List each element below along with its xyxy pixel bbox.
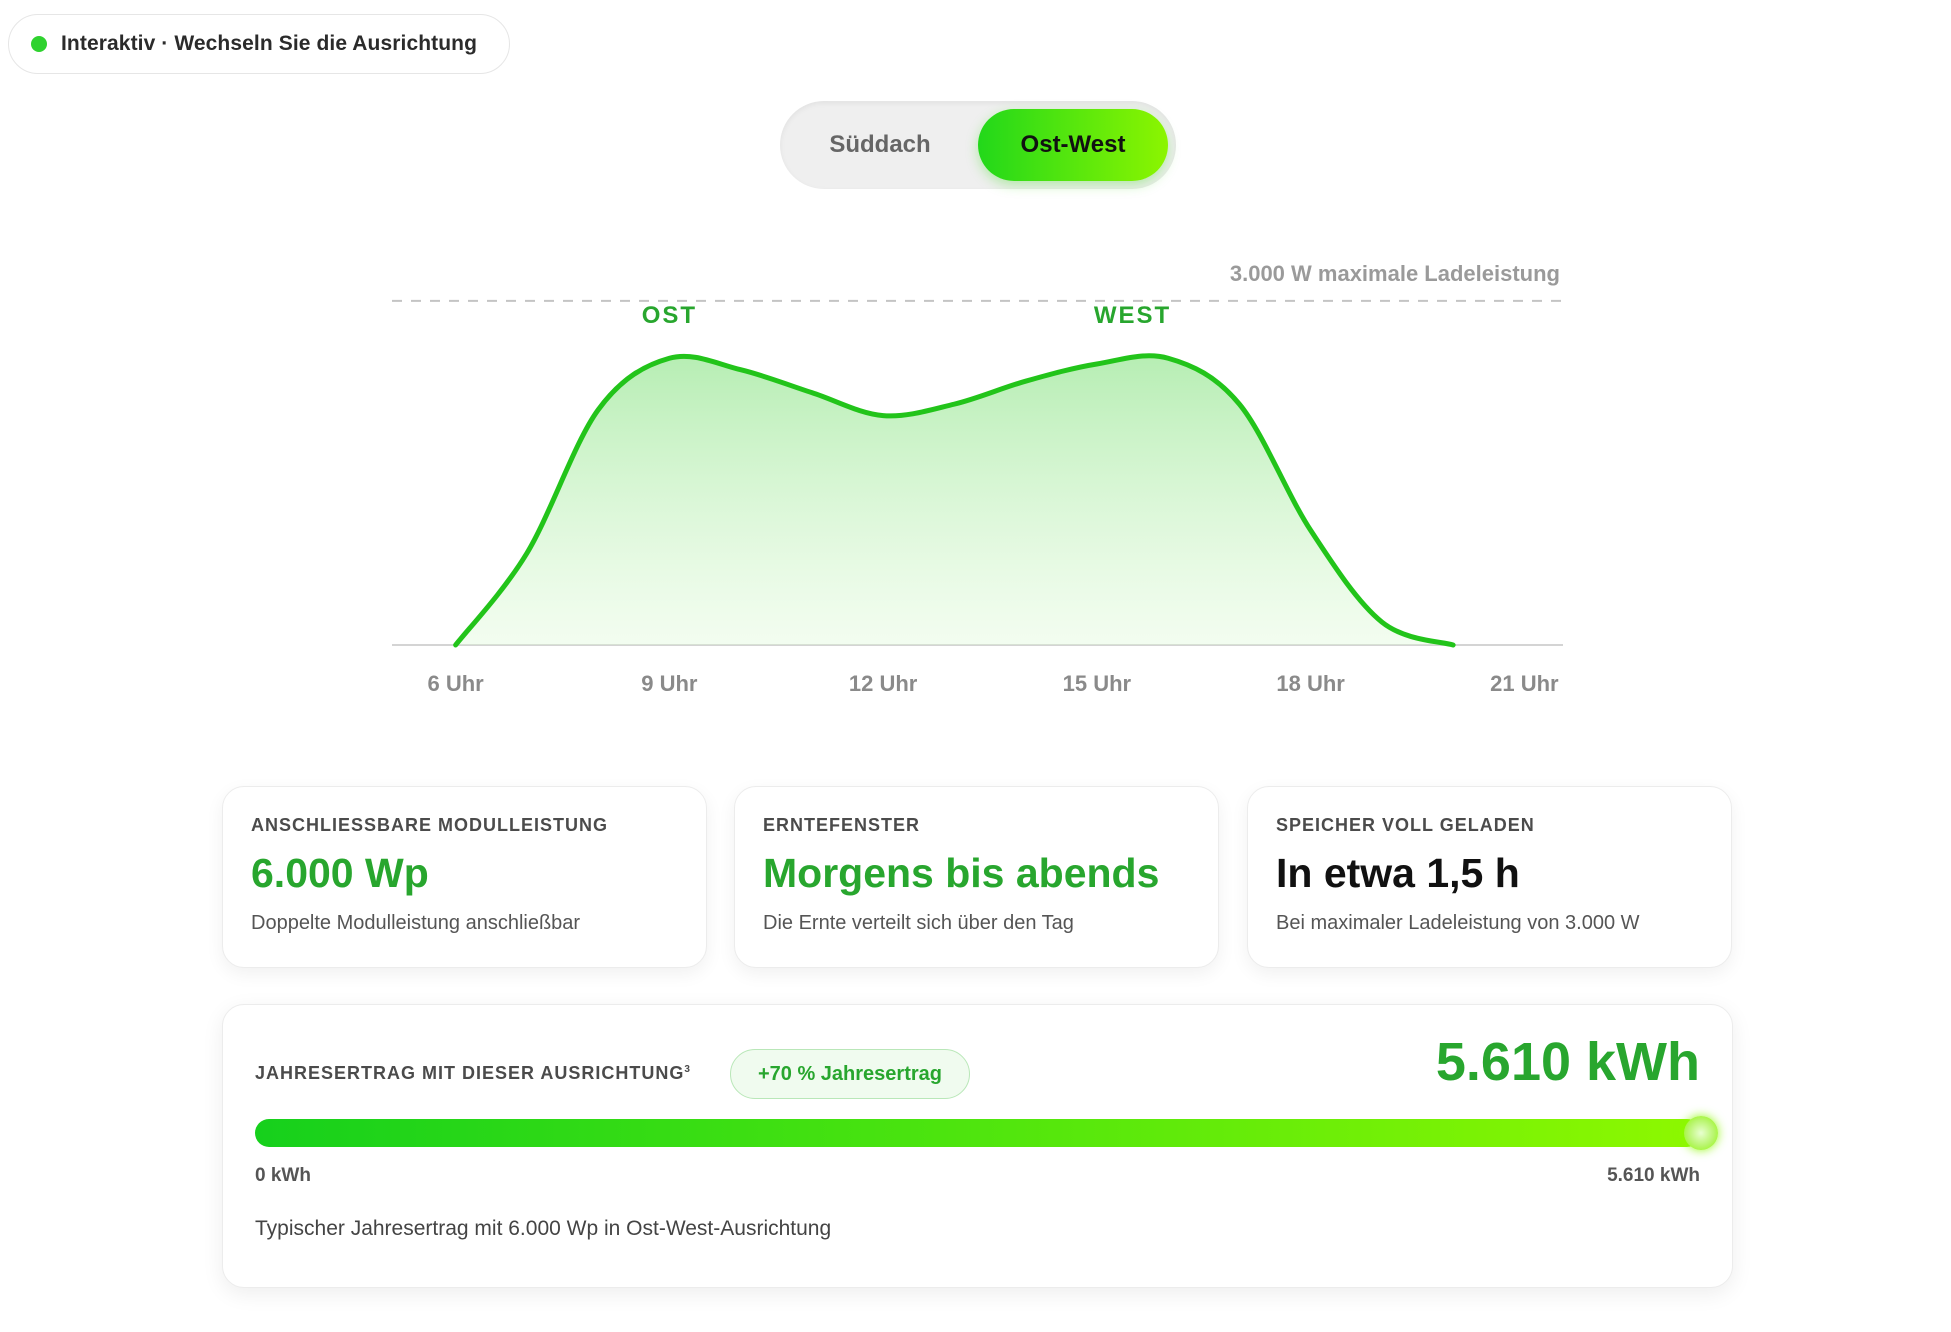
x-tick-label: 18 Uhr xyxy=(1276,671,1345,696)
card-module-power-sub: Doppelte Modulleistung anschließbar xyxy=(251,912,581,934)
card-harvest-window-sub: Die Ernte verteilt sich über den Tag xyxy=(763,912,1074,934)
card-harvest-window-label: ERNTEFENSTER xyxy=(763,815,921,835)
card-storage-full-sub: Bei maximaler Ladeleistung von 3.000 W xyxy=(1276,912,1640,934)
card-storage-full-value: In etwa 1,5 h xyxy=(1276,850,1520,896)
card-storage-full-label: SPEICHER VOLL GELADEN xyxy=(1276,815,1535,835)
annual-yield-label: JAHRESERTRAG MIT DIESER AUSRICHTUNG3 xyxy=(255,1063,691,1083)
max-charge-label: 3.000 W maximale Ladeleistung xyxy=(1230,261,1560,286)
annual-yield-panel: JAHRESERTRAG MIT DIESER AUSRICHTUNG3 +70… xyxy=(222,1004,1733,1288)
production-chart: 3.000 W maximale Ladeleistung OST WEST 6 Uh… xyxy=(392,261,1563,696)
peak-label-0: OST xyxy=(642,302,697,329)
card-harvest-window: ERNTEFENSTER Morgens bis abends Die Ernt… xyxy=(734,786,1219,968)
yield-progress-bar xyxy=(255,1119,1701,1147)
x-tick-label: 6 Uhr xyxy=(428,671,485,696)
card-storage-full: SPEICHER VOLL GELADEN In etwa 1,5 h Bei … xyxy=(1247,786,1732,968)
x-tick-label: 12 Uhr xyxy=(849,671,918,696)
x-tick-label: 15 Uhr xyxy=(1063,671,1132,696)
card-module-power-label: ANSCHLIESSBARE MODULLEISTUNG xyxy=(251,815,609,835)
card-harvest-window-value: Morgens bis abends xyxy=(763,850,1160,896)
card-module-power-value: 6.000 Wp xyxy=(251,850,429,896)
yield-max-label: 5.610 kWh xyxy=(1607,1165,1700,1186)
card-module-power: ANSCHLIESSBARE MODULLEISTUNG 6.000 Wp Do… xyxy=(222,786,707,968)
yield-min-label: 0 kWh xyxy=(255,1165,311,1186)
x-tick-label: 21 Uhr xyxy=(1490,671,1559,696)
annual-yield-value: 5.610 kWh xyxy=(1435,1032,1700,1092)
peak-label-1: WEST xyxy=(1094,302,1171,329)
yield-note: Typischer Jahresertrag mit 6.000 Wp in O… xyxy=(255,1217,832,1240)
yield-increase-pill: +70 % Jahresertrag xyxy=(730,1049,970,1099)
footnote-marker: 3 xyxy=(684,1064,691,1075)
x-tick-label: 9 Uhr xyxy=(641,671,698,696)
yield-progress-knob xyxy=(1684,1116,1718,1150)
